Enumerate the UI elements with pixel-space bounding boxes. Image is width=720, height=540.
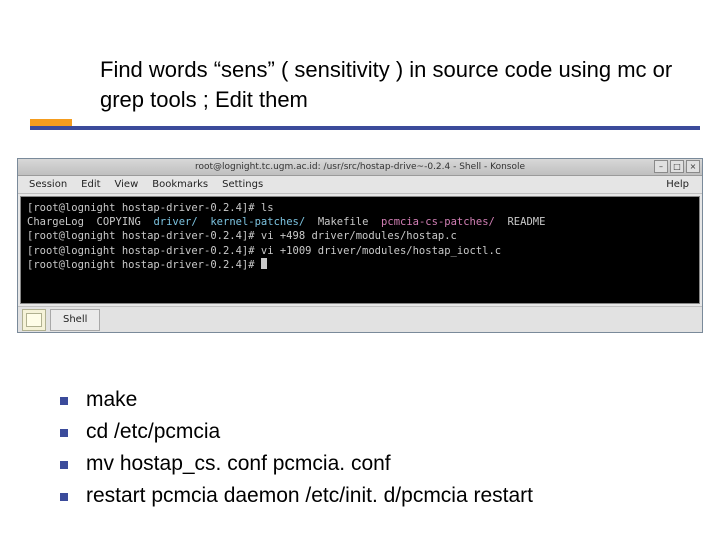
slide-title: Find words “sens” ( sensitivity ) in sou… [100,55,680,114]
title-rule [30,126,700,130]
bullet-icon [60,397,68,405]
list-item: cd /etc/pcmcia [60,420,680,444]
tab-shell[interactable]: Shell [50,309,100,331]
terminal-output[interactable]: [root@lognight hostap-driver-0.2.4]# ls … [20,196,700,304]
bullet-text: make [86,388,137,412]
menu-view[interactable]: View [108,177,146,192]
close-button[interactable]: × [686,160,700,173]
list-item: restart pcmcia daemon /etc/init. d/pcmci… [60,484,680,508]
term-line: [root@lognight hostap-driver-0.2.4]# vi … [27,230,457,242]
bullet-list: make cd /etc/pcmcia mv hostap_cs. conf p… [60,388,680,516]
window-titlebar: root@lognight.tc.ugm.ac.id: /usr/src/hos… [18,159,702,176]
bullet-text: restart pcmcia daemon /etc/init. d/pcmci… [86,484,533,508]
bullet-text: cd /etc/pcmcia [86,420,220,444]
konsole-window: root@lognight.tc.ugm.ac.id: /usr/src/hos… [17,158,703,333]
menu-edit[interactable]: Edit [74,177,107,192]
term-line: ChargeLog COPYING driver/ kernel-patches… [27,216,545,228]
bullet-icon [60,493,68,501]
menu-bookmarks[interactable]: Bookmarks [145,177,215,192]
bullet-text: mv hostap_cs. conf pcmcia. conf [86,452,391,476]
menu-settings[interactable]: Settings [215,177,270,192]
new-tab-button[interactable] [22,309,46,331]
list-item: mv hostap_cs. conf pcmcia. conf [60,452,680,476]
maximize-button[interactable]: □ [670,160,684,173]
bullet-icon [60,429,68,437]
menubar: Session Edit View Bookmarks Settings Hel… [18,176,702,194]
cursor [261,258,267,269]
minimize-button[interactable]: – [654,160,668,173]
tab-bar: Shell [18,306,702,332]
menu-help[interactable]: Help [659,177,696,192]
menu-session[interactable]: Session [22,177,74,192]
slide: Find words “sens” ( sensitivity ) in sou… [0,0,720,540]
term-line: [root@lognight hostap-driver-0.2.4]# [27,259,267,271]
list-item: make [60,388,680,412]
window-title: root@lognight.tc.ugm.ac.id: /usr/src/hos… [18,162,702,172]
window-controls: – □ × [654,160,700,173]
term-line: [root@lognight hostap-driver-0.2.4]# vi … [27,245,501,257]
bullet-icon [60,461,68,469]
term-line: [root@lognight hostap-driver-0.2.4]# ls [27,202,274,214]
